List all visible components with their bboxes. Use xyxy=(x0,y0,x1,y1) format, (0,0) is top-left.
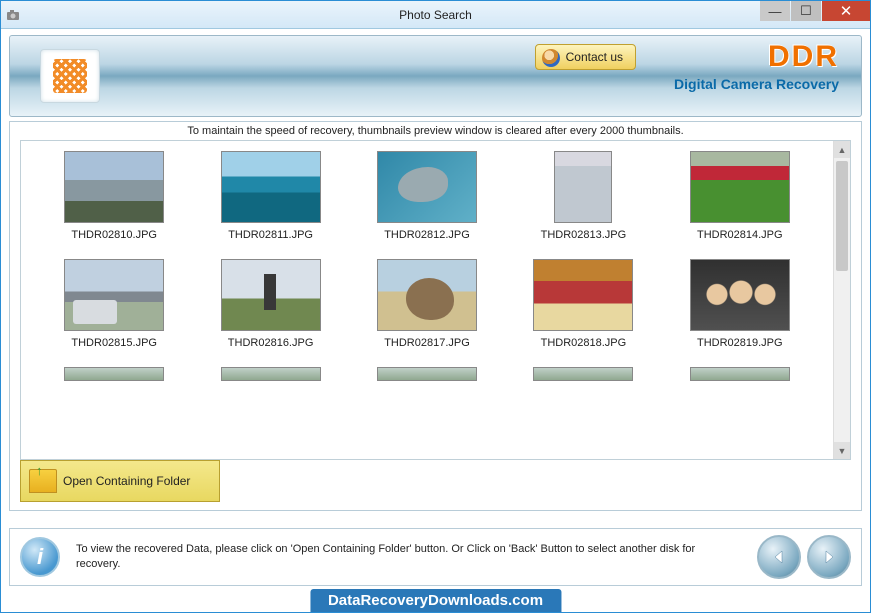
brand-ddr: DDR xyxy=(674,42,839,72)
thumbnail-image xyxy=(554,151,612,223)
brand-subtitle: Digital Camera Recovery xyxy=(674,76,839,92)
maximize-button[interactable]: ☐ xyxy=(791,1,821,21)
window-title: Photo Search xyxy=(399,8,472,22)
thumbnail-filename: THDR02811.JPG xyxy=(228,229,313,241)
scroll-up-icon[interactable]: ▲ xyxy=(834,141,850,158)
thumbnail-item[interactable]: THDR02817.JPG xyxy=(354,259,500,349)
thumbnail-item[interactable]: THDR02813.JPG xyxy=(510,151,656,241)
back-button[interactable] xyxy=(757,535,801,579)
window-controls: — ☐ ✕ xyxy=(760,1,870,21)
thumbnail-image xyxy=(690,259,790,331)
scrollbar[interactable]: ▲ ▼ xyxy=(833,141,850,459)
thumbnail-image xyxy=(221,367,321,381)
minimize-button[interactable]: — xyxy=(760,1,790,21)
brand-block: DDR Digital Camera Recovery xyxy=(674,42,839,92)
thumbnail-item[interactable]: THDR02811.JPG xyxy=(197,151,343,241)
thumbnail-filename: THDR02814.JPG xyxy=(697,229,783,241)
thumbnail-image xyxy=(533,259,633,331)
contact-us-button[interactable]: Contact us xyxy=(535,44,636,70)
thumbnail-image xyxy=(377,367,477,381)
thumbnail-item[interactable]: THDR02816.JPG xyxy=(197,259,343,349)
thumbnail-filename: THDR02815.JPG xyxy=(71,337,157,349)
thumbnail-image xyxy=(64,259,164,331)
thumbnail-filename: THDR02816.JPG xyxy=(228,337,314,349)
footer-bar: i To view the recovered Data, please cli… xyxy=(9,528,862,586)
thumbnail-filename: THDR02818.JPG xyxy=(541,337,627,349)
thumbnail-filename: THDR02810.JPG xyxy=(71,229,157,241)
app-window: Photo Search — ☐ ✕ Contact us DDR Digita… xyxy=(0,0,871,613)
thumbnail-item[interactable] xyxy=(197,367,343,381)
thumbnail-image xyxy=(377,151,477,223)
info-strip: To maintain the speed of recovery, thumb… xyxy=(10,122,861,140)
thumbnail-image xyxy=(64,151,164,223)
thumbnail-image xyxy=(221,151,321,223)
header-banner: Contact us DDR Digital Camera Recovery xyxy=(9,35,862,117)
thumbnail-area: THDR02810.JPG THDR02811.JPG THDR02812.JP… xyxy=(20,140,851,460)
close-button[interactable]: ✕ xyxy=(822,1,870,21)
thumbnail-item[interactable] xyxy=(667,367,813,381)
thumbnail-grid: THDR02810.JPG THDR02811.JPG THDR02812.JP… xyxy=(21,141,833,391)
info-icon: i xyxy=(20,537,60,577)
scroll-thumb[interactable] xyxy=(836,161,848,271)
app-icon xyxy=(1,9,25,21)
thumbnail-item[interactable] xyxy=(510,367,656,381)
open-containing-folder-button[interactable]: Open Containing Folder xyxy=(20,460,220,502)
thumbnail-image xyxy=(690,367,790,381)
thumbnail-filename: THDR02819.JPG xyxy=(697,337,783,349)
thumbnail-filename: THDR02813.JPG xyxy=(541,229,627,241)
main-panel: To maintain the speed of recovery, thumb… xyxy=(9,121,862,511)
contact-us-label: Contact us xyxy=(566,50,623,64)
forward-button[interactable] xyxy=(807,535,851,579)
app-logo xyxy=(40,49,100,103)
open-folder-label: Open Containing Folder xyxy=(63,474,190,488)
thumbnail-image xyxy=(377,259,477,331)
scroll-down-icon[interactable]: ▼ xyxy=(834,442,850,459)
thumbnail-filename: THDR02812.JPG xyxy=(384,229,470,241)
watermark: DataRecoveryDownloads.com xyxy=(310,589,561,612)
titlebar: Photo Search — ☐ ✕ xyxy=(1,1,870,29)
thumbnail-item[interactable]: THDR02810.JPG xyxy=(41,151,187,241)
thumbnail-item[interactable]: THDR02815.JPG xyxy=(41,259,187,349)
thumbnail-filename: THDR02817.JPG xyxy=(384,337,470,349)
arrow-right-icon xyxy=(820,548,838,566)
thumbnail-image xyxy=(221,259,321,331)
thumbnail-image xyxy=(533,367,633,381)
thumbnail-item[interactable]: THDR02818.JPG xyxy=(510,259,656,349)
thumbnail-item[interactable]: THDR02819.JPG xyxy=(667,259,813,349)
thumbnail-image xyxy=(690,151,790,223)
thumbnail-item[interactable]: THDR02814.JPG xyxy=(667,151,813,241)
arrow-left-icon xyxy=(770,548,788,566)
footer-text: To view the recovered Data, please click… xyxy=(76,542,751,573)
thumbnail-image xyxy=(64,367,164,381)
thumbnail-item[interactable] xyxy=(354,367,500,381)
thumbnail-item[interactable] xyxy=(41,367,187,381)
thumbnail-item[interactable]: THDR02812.JPG xyxy=(354,151,500,241)
